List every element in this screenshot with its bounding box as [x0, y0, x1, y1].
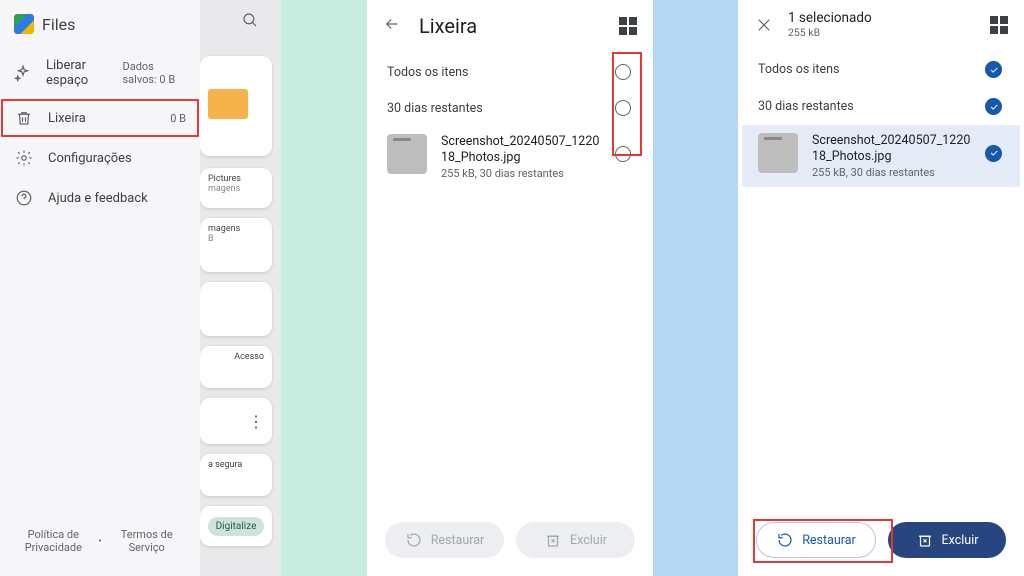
group-header-row[interactable]: 30 dias restantes	[367, 90, 653, 126]
file-subtext: 255 kB, 30 dias restantes	[812, 166, 971, 179]
all-items-row[interactable]: Todos os itens	[367, 54, 653, 90]
file-name: Screenshot_20240507_122018_Photos.jpg	[441, 134, 601, 165]
bg-card	[200, 56, 272, 156]
grid-view-icon[interactable]	[619, 17, 637, 35]
button-label: Restaurar	[431, 533, 485, 548]
file-name: Screenshot_20240507_122018_Photos.jpg	[812, 133, 971, 164]
help-icon	[14, 188, 34, 208]
bg-card	[200, 282, 272, 336]
nav-free-space[interactable]: Liberar espaço Dados salvos: 0 B	[0, 48, 200, 98]
restore-button[interactable]: Restaurar	[385, 522, 504, 558]
bg-card: Digitalize	[200, 506, 272, 546]
nav-label: Lixeira	[48, 111, 86, 126]
section-label: Todos os itens	[758, 62, 840, 77]
selection-count: 1 selecionado	[788, 10, 872, 26]
bg-card: ⋮	[200, 398, 272, 444]
selection-app-bar: 1 selecionado 255 kB	[738, 0, 1024, 51]
drawer-footer: Política de Privacidade • Termos de Serv…	[0, 528, 200, 576]
navigation-drawer: Files Liberar espaço Dados salvos: 0 B L…	[0, 0, 200, 576]
all-items-row[interactable]: Todos os itens	[738, 51, 1024, 88]
delete-button[interactable]: Excluir	[516, 522, 635, 558]
delete-button[interactable]: Excluir	[888, 522, 1006, 558]
group-label: 30 dias restantes	[758, 99, 854, 114]
bg-card: magens B	[200, 218, 272, 272]
blue-gap	[653, 0, 738, 576]
bg-card: Pictures magens	[200, 168, 272, 208]
nav-help[interactable]: Ajuda e feedback	[0, 178, 200, 218]
bg-text: B	[208, 234, 264, 244]
group-header-row[interactable]: 30 dias restantes	[738, 88, 1024, 125]
nav-value: 0 B	[170, 112, 186, 125]
privacy-link[interactable]: Política de Privacidade	[18, 528, 88, 554]
nav-label: Configurações	[48, 151, 132, 166]
trash-icon	[14, 108, 34, 128]
sparkle-icon	[14, 63, 32, 83]
bg-text: Pictures	[208, 174, 264, 184]
button-label: Excluir	[570, 533, 607, 548]
file-row[interactable]: Screenshot_20240507_122018_Photos.jpg 25…	[367, 126, 653, 188]
nav-value: Dados salvos: 0 B	[123, 60, 187, 86]
search-icon[interactable]	[241, 11, 259, 34]
file-thumbnail	[387, 134, 427, 174]
bottom-action-bar: Restaurar Excluir	[738, 512, 1024, 576]
section-label: Todos os itens	[387, 65, 469, 80]
panel-drawer-screen: Pictures magens magens B Acesso ⋮ a segu…	[0, 0, 281, 576]
background-blurred-content: Pictures magens magens B Acesso ⋮ a segu…	[200, 0, 281, 576]
select-all-radio[interactable]	[615, 64, 631, 80]
file-row-selected[interactable]: Screenshot_20240507_122018_Photos.jpg 25…	[742, 125, 1020, 187]
app-name: Files	[42, 15, 75, 34]
bg-scan-button[interactable]: Digitalize	[208, 517, 265, 536]
grid-view-icon[interactable]	[990, 16, 1008, 34]
nav-label: Ajuda e feedback	[48, 191, 148, 206]
panel-trash-selected: 1 selecionado 255 kB Todos os itens 30 d…	[738, 0, 1024, 576]
bg-text: Acesso	[208, 352, 264, 362]
back-icon[interactable]	[383, 15, 401, 37]
select-all-check[interactable]	[985, 61, 1002, 78]
terms-link[interactable]: Termos de Serviço	[112, 528, 182, 554]
nav-settings[interactable]: Configurações	[0, 138, 200, 178]
gear-icon	[14, 148, 34, 168]
select-group-radio[interactable]	[615, 100, 631, 116]
bg-card: a segura	[200, 454, 272, 496]
file-thumbnail	[758, 133, 798, 173]
button-label: Restaurar	[802, 533, 856, 548]
page-title: Lixeira	[419, 14, 477, 38]
nav-label: Liberar espaço	[46, 58, 109, 88]
bg-text: a segura	[208, 460, 264, 470]
files-logo-icon	[14, 14, 34, 34]
select-file-check[interactable]	[985, 145, 1002, 162]
close-icon[interactable]	[754, 15, 774, 35]
nav-trash[interactable]: Lixeira 0 B	[0, 98, 200, 138]
bg-card: Acesso	[200, 346, 272, 388]
restore-button[interactable]: Restaurar	[756, 522, 876, 558]
group-label: 30 dias restantes	[387, 101, 483, 116]
bottom-action-bar: Restaurar Excluir	[367, 512, 653, 576]
button-label: Excluir	[942, 533, 979, 548]
bg-text: magens	[208, 184, 264, 194]
file-subtext: 255 kB, 30 dias restantes	[441, 167, 601, 180]
select-file-radio[interactable]	[615, 146, 631, 162]
teal-gap	[281, 0, 367, 576]
panel-trash-unselected: Lixeira Todos os itens 30 dias restantes…	[367, 0, 653, 576]
app-bar: Lixeira	[367, 0, 653, 54]
app-brand: Files	[0, 14, 200, 48]
bg-text: magens	[208, 224, 264, 234]
select-group-check[interactable]	[985, 98, 1002, 115]
separator-dot: •	[98, 536, 101, 547]
selection-size: 255 kB	[788, 26, 872, 39]
